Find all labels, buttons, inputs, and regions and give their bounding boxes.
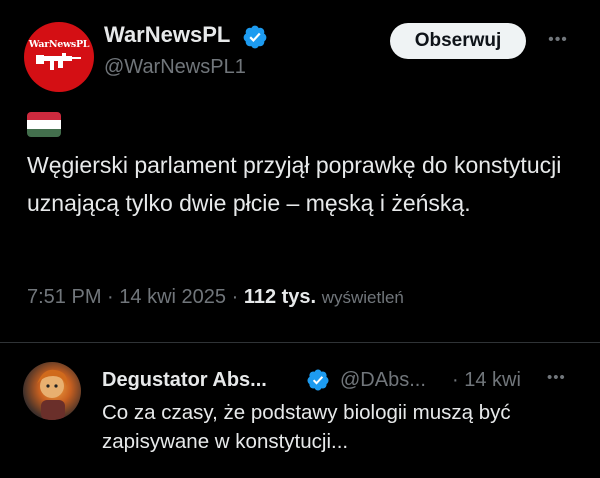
flag-stripe-white [27, 120, 61, 129]
reply-more-options-icon[interactable]: ••• [547, 369, 566, 386]
reply-author-name[interactable]: Degustator Abs... [102, 369, 267, 392]
flag-stripe-red [27, 112, 61, 121]
reply-time[interactable]: · 14 kwi [452, 369, 521, 392]
verified-badge-icon [307, 369, 329, 391]
post-time[interactable]: 7:51 PM [27, 286, 101, 308]
reply-avatar[interactable] [23, 362, 81, 420]
views-label: wyświetleń [321, 288, 404, 307]
author-name[interactable]: WarNewsPL [104, 22, 230, 48]
reply-text: Co za czasy, że podstawy biologii muszą … [102, 401, 511, 453]
meta-separator: · [107, 286, 114, 308]
avatar-logo-text: WarNewsPL [28, 39, 90, 50]
flag-stripe-green [27, 128, 61, 137]
verified-badge-icon [243, 25, 267, 49]
post-date[interactable]: 14 kwi 2025 [119, 286, 226, 308]
post-text: Węgierski parlament przyjął poprawkę do … [27, 152, 562, 216]
post-metadata: 7:51 PM · 14 kwi 2025 · 112 tys. wyświet… [27, 286, 404, 309]
rifle-icon [36, 53, 81, 70]
avatar[interactable]: WarNewsPL [24, 22, 94, 92]
follow-button[interactable]: Obserwuj [390, 23, 526, 59]
reply-post[interactable]: Degustator Abs... @DAbs... · 14 kwi ••• … [0, 343, 600, 478]
hungary-flag-icon [27, 112, 61, 137]
author-handle[interactable]: @WarNewsPL1 [104, 56, 246, 79]
main-post: WarNewsPL WarNewsPL @WarNewsPL1 Obserwuj… [0, 0, 600, 340]
avatar-illustration-icon [37, 369, 68, 420]
reply-handle[interactable]: @DAbs... [340, 369, 426, 392]
more-options-icon[interactable]: ••• [540, 24, 576, 56]
views-count: 112 tys. [243, 286, 317, 308]
meta-separator: · [231, 286, 239, 308]
